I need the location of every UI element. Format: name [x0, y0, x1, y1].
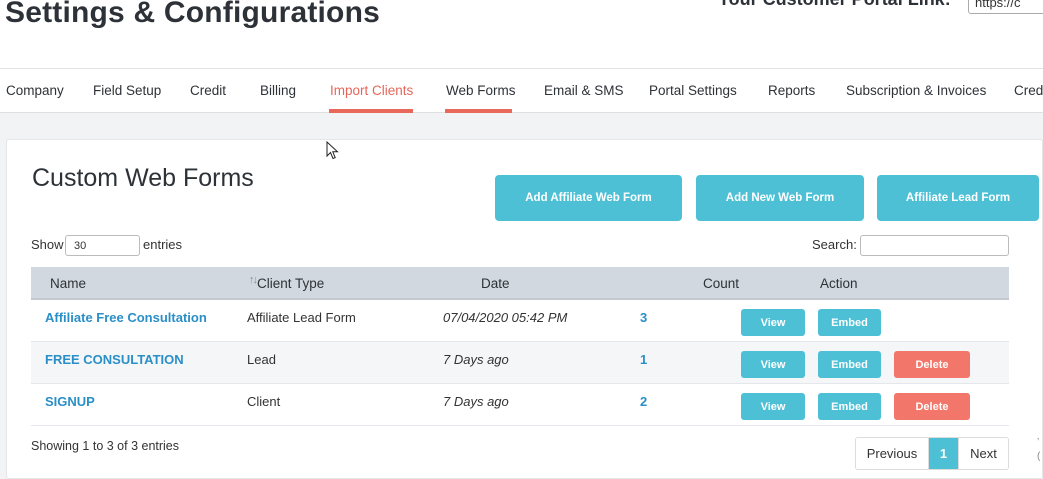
delete-button[interactable]: Delete [894, 393, 970, 420]
card-title: Custom Web Forms [32, 164, 254, 192]
form-name-link[interactable]: Affiliate Free Consultation [45, 310, 207, 325]
add-new-web-form-button[interactable]: Add New Web Form [696, 175, 864, 221]
search-input[interactable] [860, 235, 1009, 256]
edge-glyph-bottom: ( [1037, 451, 1041, 462]
tab-credit[interactable]: Credit [190, 83, 226, 98]
date-cell: 07/04/2020 05:42 PM [443, 310, 568, 325]
entries-label: entries [143, 237, 183, 252]
table-row: Affiliate Free Consultation Affiliate Le… [31, 300, 1009, 342]
pagination: Previous 1 Next [855, 437, 1009, 470]
column-header-date[interactable]: Date [481, 276, 510, 291]
count-link[interactable]: 1 [640, 352, 647, 367]
add-affiliate-web-form-button[interactable]: Add Affiliate Web Form [495, 175, 682, 221]
search-label: Search: [812, 237, 857, 252]
tab-email-sms[interactable]: Email & SMS [544, 83, 624, 98]
form-name-link[interactable]: FREE CONSULTATION [45, 352, 184, 367]
column-header-count[interactable]: Count [703, 276, 739, 291]
form-name-link[interactable]: SIGNUP [45, 394, 95, 409]
tab-billing[interactable]: Billing [260, 83, 296, 98]
embed-button[interactable]: Embed [818, 309, 881, 336]
date-cell: 7 Days ago [443, 394, 509, 409]
embed-button[interactable]: Embed [818, 393, 881, 420]
view-button[interactable]: View [741, 309, 805, 336]
table-header: Name ↑↓ Client Type Date Count Action [31, 267, 1009, 300]
count-link[interactable]: 2 [640, 394, 647, 409]
table-row: SIGNUP Client 7 Days ago 2 View Embed De… [31, 384, 1009, 426]
tab-field-setup[interactable]: Field Setup [93, 83, 161, 98]
tab-portal-settings[interactable]: Portal Settings [649, 83, 737, 98]
client-type-cell: Lead [247, 352, 276, 367]
client-type-cell: Affiliate Lead Form [247, 310, 356, 325]
portal-link-field[interactable]: https://c [968, 0, 1043, 14]
next-page-button[interactable]: Next [959, 438, 1008, 469]
tab-import-clients[interactable]: Import Clients [330, 83, 413, 98]
affiliate-lead-form-button[interactable]: Affiliate Lead Form [877, 175, 1039, 221]
tab-cred[interactable]: Cred [1014, 83, 1043, 98]
client-type-cell: Client [247, 394, 281, 409]
sort-icon[interactable]: ↑↓ [249, 274, 258, 286]
portal-link-label: Your Customer Portal Link: [718, 0, 951, 10]
page-1-button[interactable]: 1 [929, 438, 959, 469]
mouse-cursor-icon [326, 141, 339, 160]
column-header-action: Action [820, 276, 858, 291]
entries-per-page-select[interactable]: 30 [65, 235, 140, 256]
tab-reports[interactable]: Reports [768, 83, 815, 98]
table-row: FREE CONSULTATION Lead 7 Days ago 1 View… [31, 342, 1009, 384]
view-button[interactable]: View [741, 393, 805, 420]
column-header-name[interactable]: Name [50, 276, 86, 291]
delete-button[interactable]: Delete [894, 351, 970, 378]
show-label: Show [31, 237, 64, 252]
settings-tab-bar: Company Field Setup Credit Billing Impor… [0, 69, 1043, 113]
column-header-client-type[interactable]: Client Type [257, 276, 324, 291]
date-cell: 7 Days ago [443, 352, 509, 367]
edge-glyph-top: ‚ [1037, 431, 1040, 442]
tab-web-forms[interactable]: Web Forms [446, 83, 516, 98]
table-info: Showing 1 to 3 of 3 entries [31, 439, 180, 453]
page-title: Settings & Configurations [5, 0, 380, 29]
view-button[interactable]: View [741, 351, 805, 378]
tab-subscription-invoices[interactable]: Subscription & Invoices [846, 83, 986, 98]
embed-button[interactable]: Embed [818, 351, 881, 378]
previous-page-button[interactable]: Previous [856, 438, 929, 469]
tab-company[interactable]: Company [6, 83, 64, 98]
count-link[interactable]: 3 [640, 310, 647, 325]
